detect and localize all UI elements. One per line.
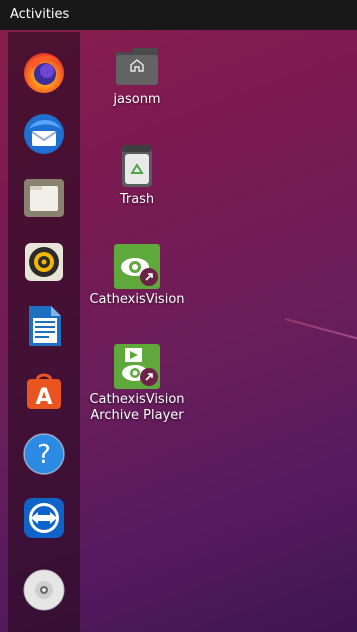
desktop-item-archive-player[interactable]: CathexisVision Archive Player <box>82 343 192 424</box>
desktop-item-label: jasonm <box>113 92 161 107</box>
svg-text:?: ? <box>37 440 51 470</box>
trash-icon <box>114 143 160 189</box>
writer-icon <box>29 306 61 346</box>
desktop-item-cathexisvision[interactable]: CathexisVision <box>82 243 192 308</box>
desktop-item-label-line2: Archive Player <box>90 408 184 423</box>
help-icon: ? <box>23 433 65 475</box>
home-folder-icon <box>114 43 160 89</box>
dock: A ? <box>8 32 80 632</box>
thunderbird-icon <box>24 114 64 154</box>
dock-item-ubuntu-software[interactable]: A <box>18 364 70 416</box>
ubuntu-software-icon: A <box>27 373 61 410</box>
dock-item-rhythmbox[interactable] <box>18 236 70 288</box>
activities-button[interactable]: Activities <box>10 7 69 23</box>
desktop-item-label: Trash <box>119 192 155 207</box>
svg-text:A: A <box>35 385 52 410</box>
dock-item-libreoffice-writer[interactable] <box>18 300 70 352</box>
top-bar: Activities <box>0 0 357 30</box>
rhythmbox-icon <box>25 243 63 281</box>
dock-item-optical-drive[interactable] <box>18 564 70 616</box>
archive-player-icon <box>114 343 160 389</box>
desktop-item-trash[interactable]: Trash <box>82 143 192 208</box>
teamviewer-icon <box>24 498 64 538</box>
desktop-item-label: CathexisVision <box>89 292 185 307</box>
desktop-item-home-folder[interactable]: jasonm <box>82 43 192 108</box>
optical-disc-icon <box>23 569 65 611</box>
desktop-item-label-line1: CathexisVision <box>89 392 185 407</box>
dock-item-firefox[interactable] <box>18 46 70 98</box>
firefox-icon <box>24 53 64 93</box>
cathexisvision-icon <box>114 243 160 289</box>
files-icon <box>24 179 64 217</box>
dock-item-files[interactable] <box>18 172 70 224</box>
dock-item-teamviewer[interactable] <box>18 492 70 544</box>
wallpaper-streak <box>284 318 357 352</box>
dock-item-help[interactable]: ? <box>18 428 70 480</box>
dock-item-thunderbird[interactable] <box>18 108 70 160</box>
